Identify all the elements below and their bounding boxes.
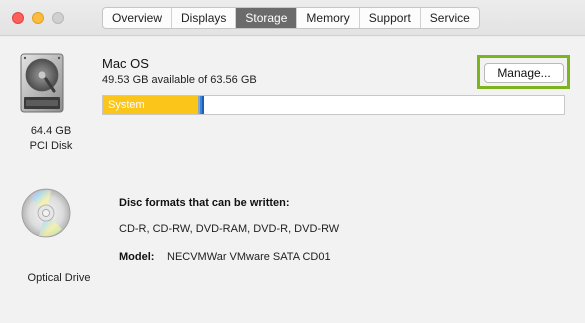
usage-segment-system: System xyxy=(103,96,198,114)
tab-overview[interactable]: Overview xyxy=(103,8,173,28)
disk-size-label: 64.4 GB xyxy=(30,125,72,137)
usage-segment-other xyxy=(198,96,204,114)
tab-bar: Overview Displays Storage Memory Support… xyxy=(102,7,480,29)
volume-name: Mac OS xyxy=(102,56,149,71)
usage-segment-system-label: System xyxy=(108,99,145,111)
model-label: Model: xyxy=(119,251,155,263)
disk-type-label: PCI Disk xyxy=(29,140,73,152)
disc-formats-heading: Disc formats that can be written: xyxy=(119,197,290,209)
tab-memory[interactable]: Memory xyxy=(297,8,360,28)
minimize-window-button[interactable] xyxy=(32,12,44,24)
disc-formats-list: CD-R, CD-RW, DVD-RAM, DVD-R, DVD-RW xyxy=(119,223,340,235)
model-value: NECVMWar VMware SATA CD01 xyxy=(167,251,331,263)
optical-drive-label: Optical Drive xyxy=(27,272,91,284)
close-window-button[interactable] xyxy=(12,12,24,24)
tab-service[interactable]: Service xyxy=(421,8,479,28)
volume-availability: 49.53 GB available of 63.56 GB xyxy=(102,74,257,86)
title-bar: Overview Displays Storage Memory Support… xyxy=(0,0,585,36)
tab-storage[interactable]: Storage xyxy=(236,8,298,28)
manage-button[interactable]: Manage... xyxy=(484,63,564,83)
about-this-mac-window: Overview Displays Storage Memory Support… xyxy=(0,0,585,323)
tab-displays[interactable]: Displays xyxy=(172,8,237,28)
optical-disc-icon xyxy=(21,188,71,238)
hard-disk-icon xyxy=(20,53,64,113)
tab-support[interactable]: Support xyxy=(360,8,421,28)
zoom-window-button[interactable] xyxy=(52,12,64,24)
storage-panel: 64.4 GB PCI Disk Mac OS 49.53 GB availab… xyxy=(0,37,585,323)
storage-usage-bar: System xyxy=(102,95,565,115)
